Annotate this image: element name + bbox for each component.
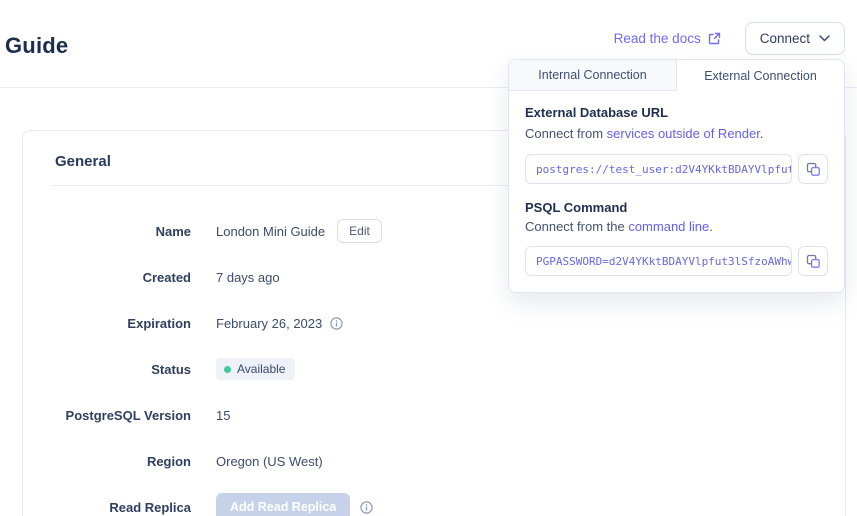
copy-icon bbox=[806, 162, 821, 177]
expiration-info-icon[interactable] bbox=[330, 317, 343, 330]
copy-icon bbox=[806, 254, 821, 269]
connect-button-label: Connect bbox=[760, 31, 810, 46]
row-postgresql-version: PostgreSQL Version 15 bbox=[23, 392, 845, 438]
connection-tabs: Internal Connection External Connection bbox=[509, 60, 844, 91]
connect-panel-body: External Database URL Connect from servi… bbox=[509, 91, 844, 276]
copy-psql-button[interactable] bbox=[798, 246, 828, 276]
command-line-link[interactable]: command line bbox=[628, 219, 709, 234]
read-replica-label: Read Replica bbox=[23, 500, 191, 515]
connect-button[interactable]: Connect bbox=[745, 22, 845, 55]
status-dot-icon bbox=[224, 366, 231, 373]
expiration-label: Expiration bbox=[23, 316, 191, 331]
connect-dropdown-panel: Internal Connection External Connection … bbox=[508, 59, 845, 293]
external-url-copy-row: postgres://test_user:d2V4YKktBDAYVlpfut3… bbox=[525, 154, 828, 184]
external-database-url-heading: External Database URL bbox=[525, 105, 828, 120]
external-database-url-value: postgres://test_user:d2V4YKktBDAYVlpfut3… bbox=[536, 163, 792, 176]
external-link-icon bbox=[708, 32, 721, 45]
page-title: Guide bbox=[5, 33, 68, 59]
region-label: Region bbox=[23, 454, 191, 469]
psql-description: Connect from the command line. bbox=[525, 219, 828, 234]
row-region: Region Oregon (US West) bbox=[23, 438, 845, 484]
version-value: 15 bbox=[216, 408, 230, 423]
psql-desc-prefix: Connect from the bbox=[525, 219, 628, 234]
add-read-replica-button[interactable]: Add Read Replica bbox=[216, 493, 350, 516]
read-the-docs-label: Read the docs bbox=[614, 31, 701, 46]
psql-command-field[interactable]: PGPASSWORD=d2V4YKktBDAYVlpfut3lSfzoAWhwb… bbox=[525, 246, 792, 276]
created-value: 7 days ago bbox=[216, 270, 280, 285]
version-label: PostgreSQL Version bbox=[23, 408, 191, 423]
row-expiration: Expiration February 26, 2023 bbox=[23, 300, 845, 346]
external-database-url-field[interactable]: postgres://test_user:d2V4YKktBDAYVlpfut3… bbox=[525, 154, 792, 184]
tab-external-connection[interactable]: External Connection bbox=[677, 60, 844, 91]
region-value: Oregon (US West) bbox=[216, 454, 323, 469]
header-actions: Read the docs Connect bbox=[614, 22, 845, 55]
read-the-docs-link[interactable]: Read the docs bbox=[614, 31, 721, 46]
external-url-desc-prefix: Connect from bbox=[525, 126, 607, 141]
status-badge: Available bbox=[216, 358, 295, 380]
read-replica-info-icon[interactable] bbox=[360, 501, 373, 514]
external-url-description: Connect from services outside of Render. bbox=[525, 126, 828, 141]
chevron-down-icon bbox=[819, 35, 830, 42]
psql-copy-row: PGPASSWORD=d2V4YKktBDAYVlpfut3lSfzoAWhwb… bbox=[525, 246, 828, 276]
external-url-desc-suffix: . bbox=[760, 126, 764, 141]
status-label: Status bbox=[23, 362, 191, 377]
name-value: London Mini Guide bbox=[216, 224, 325, 239]
edit-name-button[interactable]: Edit bbox=[337, 219, 382, 243]
services-outside-render-link[interactable]: services outside of Render bbox=[607, 126, 760, 141]
tab-internal-connection[interactable]: Internal Connection bbox=[509, 60, 677, 91]
psql-command-value: PGPASSWORD=d2V4YKktBDAYVlpfut3lSfzoAWhwb… bbox=[536, 255, 792, 268]
status-value: Available bbox=[237, 362, 285, 376]
psql-command-heading: PSQL Command bbox=[525, 200, 828, 215]
expiration-value: February 26, 2023 bbox=[216, 316, 322, 331]
row-read-replica: Read Replica Add Read Replica bbox=[23, 484, 845, 516]
psql-desc-suffix: . bbox=[709, 219, 713, 234]
copy-external-url-button[interactable] bbox=[798, 154, 828, 184]
row-status: Status Available bbox=[23, 346, 845, 392]
created-label: Created bbox=[23, 270, 191, 285]
name-label: Name bbox=[23, 224, 191, 239]
